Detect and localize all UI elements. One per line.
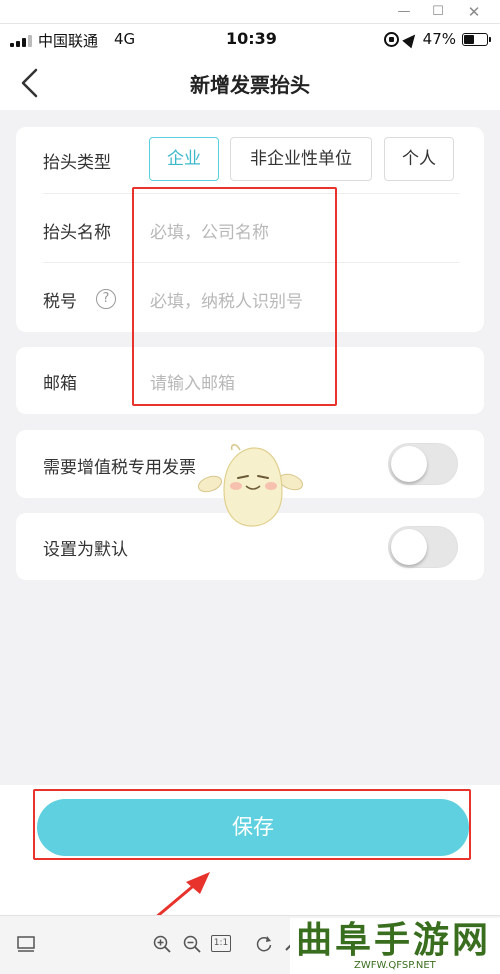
vat-toggle[interactable] (388, 443, 458, 485)
watermark-url: ZWFW.QFSP.NET (354, 960, 436, 971)
screen-icon[interactable] (16, 934, 36, 954)
signal-icon (10, 35, 32, 47)
actual-size-button[interactable]: 1:1 (211, 935, 231, 952)
rotate-icon[interactable] (254, 934, 274, 954)
watermark-text: 曲阜手游网 (296, 919, 492, 961)
type-option-non-enterprise[interactable]: 非企业性单位 (230, 137, 372, 181)
mascot-sticker (196, 440, 306, 532)
rotation-lock-icon (383, 31, 399, 47)
minimize-icon[interactable]: — (392, 3, 416, 21)
type-option-enterprise[interactable]: 企业 (149, 137, 219, 181)
carrier-name: 中国联通 (38, 32, 99, 50)
default-label: 设置为默认 (43, 540, 128, 560)
help-icon[interactable]: ? (96, 289, 116, 309)
maximize-icon[interactable]: ☐ (426, 3, 450, 21)
location-icon (401, 30, 420, 48)
name-label: 抬头名称 (43, 223, 111, 243)
zoom-in-icon[interactable] (152, 934, 172, 954)
nav-header: 新增发票抬头 (0, 56, 500, 110)
network-type: 4G (114, 30, 136, 48)
battery-icon (462, 32, 491, 46)
type-label: 抬头类型 (43, 153, 111, 173)
status-bar: 中国联通 4G 10:39 47% (0, 24, 500, 56)
zoom-out-icon[interactable] (182, 934, 202, 954)
watermark: 曲阜手游网 ZWFW.QFSP.NET (290, 918, 500, 974)
close-icon[interactable]: ✕ (462, 3, 486, 21)
type-option-personal[interactable]: 个人 (384, 137, 454, 181)
annotation-box-save (33, 789, 471, 860)
window-chrome: — ☐ ✕ (0, 0, 500, 24)
vat-label: 需要增值税专用发票 (43, 458, 196, 478)
battery-percent: 47% (422, 30, 456, 48)
annotation-box-fields (132, 187, 337, 406)
default-toggle[interactable] (388, 526, 458, 568)
email-label: 邮箱 (43, 374, 77, 394)
page-title: 新增发票抬头 (190, 73, 310, 97)
tax-label: 税号 (43, 292, 77, 312)
status-time: 10:39 (226, 29, 277, 48)
